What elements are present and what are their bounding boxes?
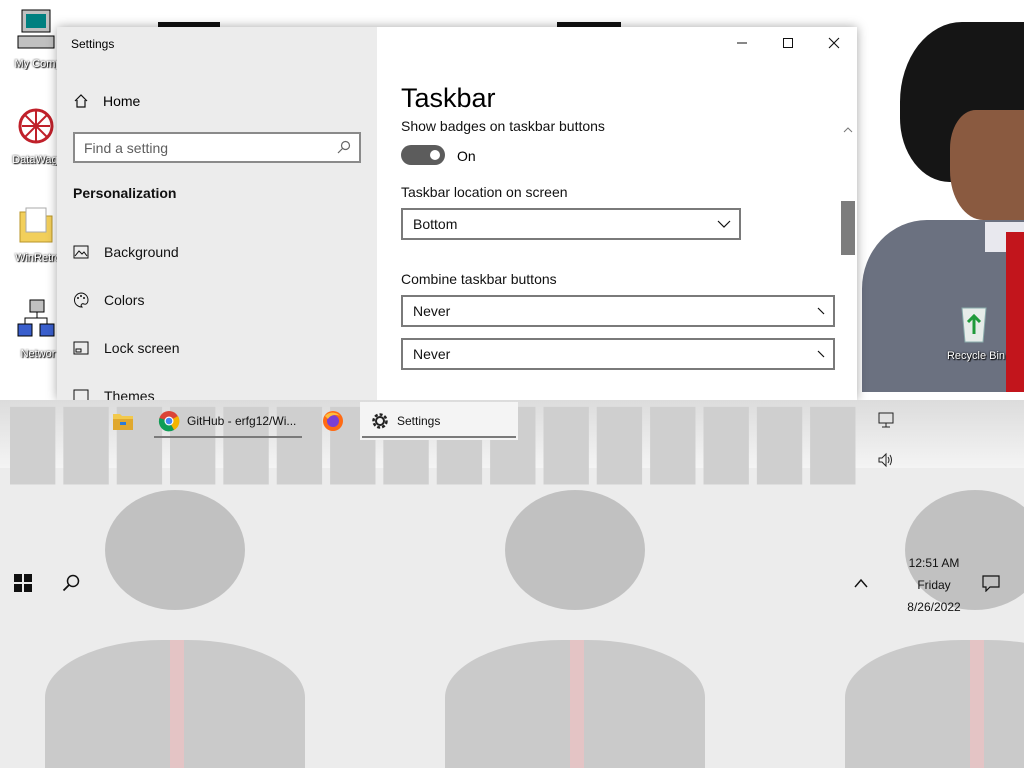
show-hidden-icons-button[interactable] bbox=[853, 576, 869, 594]
chevron-down-icon bbox=[717, 220, 731, 228]
gear-icon bbox=[372, 413, 388, 429]
taskbar-app-settings[interactable]: Settings bbox=[360, 402, 518, 440]
taskbar-app-firefox[interactable] bbox=[316, 402, 350, 440]
nav-item-label: Colors bbox=[104, 292, 145, 308]
nav-item-background[interactable]: Background bbox=[73, 241, 179, 263]
settings-window: Settings Home Personalization Background bbox=[57, 27, 857, 400]
firefox-icon bbox=[323, 411, 343, 431]
desktop-icon-label: Recycle Bin bbox=[946, 350, 1006, 362]
wallpaper-ghost bbox=[45, 490, 305, 768]
minimize-icon bbox=[737, 42, 747, 44]
chevron-up-icon bbox=[854, 578, 868, 588]
windows-logo-icon bbox=[14, 574, 32, 592]
wallpaper-ghost bbox=[845, 490, 1024, 768]
badges-toggle-state: On bbox=[457, 148, 476, 164]
taskbar-app-label: Settings bbox=[397, 414, 441, 428]
computer-icon bbox=[17, 9, 55, 49]
minimize-button[interactable] bbox=[719, 27, 765, 59]
combine-value: Never bbox=[413, 303, 451, 319]
badges-label: Show badges on taskbar buttons bbox=[401, 118, 605, 134]
desktop-icon-recycle-bin[interactable]: Recycle Bin bbox=[938, 300, 1014, 376]
combine-dropdown[interactable]: Never bbox=[401, 295, 835, 327]
clock-day: Friday bbox=[917, 578, 951, 592]
taskbar-app-indicator bbox=[362, 436, 516, 438]
scroll-up-icon[interactable] bbox=[840, 123, 856, 137]
taskbar: ████████████████ GitHub - erfg12/Wi... S… bbox=[0, 400, 1024, 768]
nav-item-colors[interactable]: Colors bbox=[73, 289, 144, 311]
notification-icon bbox=[982, 575, 1000, 593]
location-label: Taskbar location on screen bbox=[401, 184, 568, 200]
maximize-button[interactable] bbox=[765, 27, 811, 59]
wallpaper-face bbox=[950, 110, 1024, 220]
start-button[interactable] bbox=[14, 574, 32, 597]
clock-time: 12:51 AM bbox=[908, 556, 960, 570]
file-explorer-icon bbox=[113, 414, 133, 430]
palette-icon bbox=[73, 292, 89, 308]
taskbar-search-button[interactable] bbox=[62, 574, 80, 597]
chrome-icon bbox=[158, 411, 180, 432]
settings-content: Taskbar Show badges on taskbar buttons O… bbox=[377, 27, 857, 400]
close-button[interactable] bbox=[811, 27, 857, 59]
nav-home[interactable]: Home bbox=[73, 91, 140, 111]
scrollbar[interactable] bbox=[840, 123, 856, 400]
nav-item-themes[interactable]: Themes bbox=[73, 385, 155, 400]
chevron-down-icon bbox=[817, 350, 825, 358]
taskbar-clock[interactable]: 12:51 AM Friday 8/26/2022 bbox=[890, 552, 978, 618]
toggle-knob bbox=[430, 150, 440, 160]
datawagon-icon bbox=[18, 108, 54, 144]
nav-item-label: Themes bbox=[104, 388, 155, 400]
close-icon bbox=[828, 37, 840, 49]
page-title: Taskbar bbox=[401, 83, 496, 113]
recycle-bin-icon bbox=[961, 307, 987, 343]
folder-icon bbox=[19, 207, 53, 243]
home-icon bbox=[74, 94, 88, 108]
network-status-icon[interactable] bbox=[877, 412, 895, 428]
action-center-button[interactable] bbox=[982, 574, 1000, 597]
network-icon bbox=[17, 299, 55, 337]
search-input[interactable] bbox=[84, 138, 324, 158]
nav-item-label: Lock screen bbox=[104, 340, 180, 356]
taskbar-app-indicator bbox=[154, 436, 302, 438]
search-icon bbox=[337, 140, 351, 154]
nav-home-label: Home bbox=[103, 93, 141, 109]
location-dropdown[interactable]: Bottom bbox=[401, 208, 741, 240]
clock-date: 8/26/2022 bbox=[907, 600, 961, 614]
taskbar-app-label: GitHub - erfg12/Wi... bbox=[187, 414, 297, 428]
scroll-thumb[interactable] bbox=[841, 201, 855, 255]
themes-icon bbox=[73, 388, 89, 400]
chevron-down-icon bbox=[817, 307, 825, 315]
settings-sidebar: Settings Home Personalization Background bbox=[57, 27, 377, 400]
badges-toggle[interactable] bbox=[401, 145, 445, 165]
nav-item-label: Background bbox=[104, 244, 179, 260]
wallpaper-ghost bbox=[445, 490, 705, 768]
lock-screen-icon bbox=[73, 340, 89, 356]
image-icon bbox=[73, 244, 89, 260]
section-title: Personalization bbox=[73, 185, 177, 201]
combine-label: Combine taskbar buttons bbox=[401, 271, 557, 287]
combine-other-value: Never bbox=[413, 346, 451, 362]
search-box[interactable] bbox=[73, 132, 361, 163]
window-title: Settings bbox=[71, 37, 115, 51]
taskbar-app-file-explorer[interactable] bbox=[106, 402, 140, 440]
location-value: Bottom bbox=[413, 216, 458, 232]
combine-other-dropdown[interactable]: Never bbox=[401, 338, 835, 370]
search-icon bbox=[62, 574, 80, 592]
nav-item-lock-screen[interactable]: Lock screen bbox=[73, 337, 179, 359]
taskbar-app-chrome[interactable]: GitHub - erfg12/Wi... bbox=[152, 402, 304, 440]
volume-icon[interactable] bbox=[877, 452, 895, 468]
maximize-icon bbox=[783, 38, 793, 48]
